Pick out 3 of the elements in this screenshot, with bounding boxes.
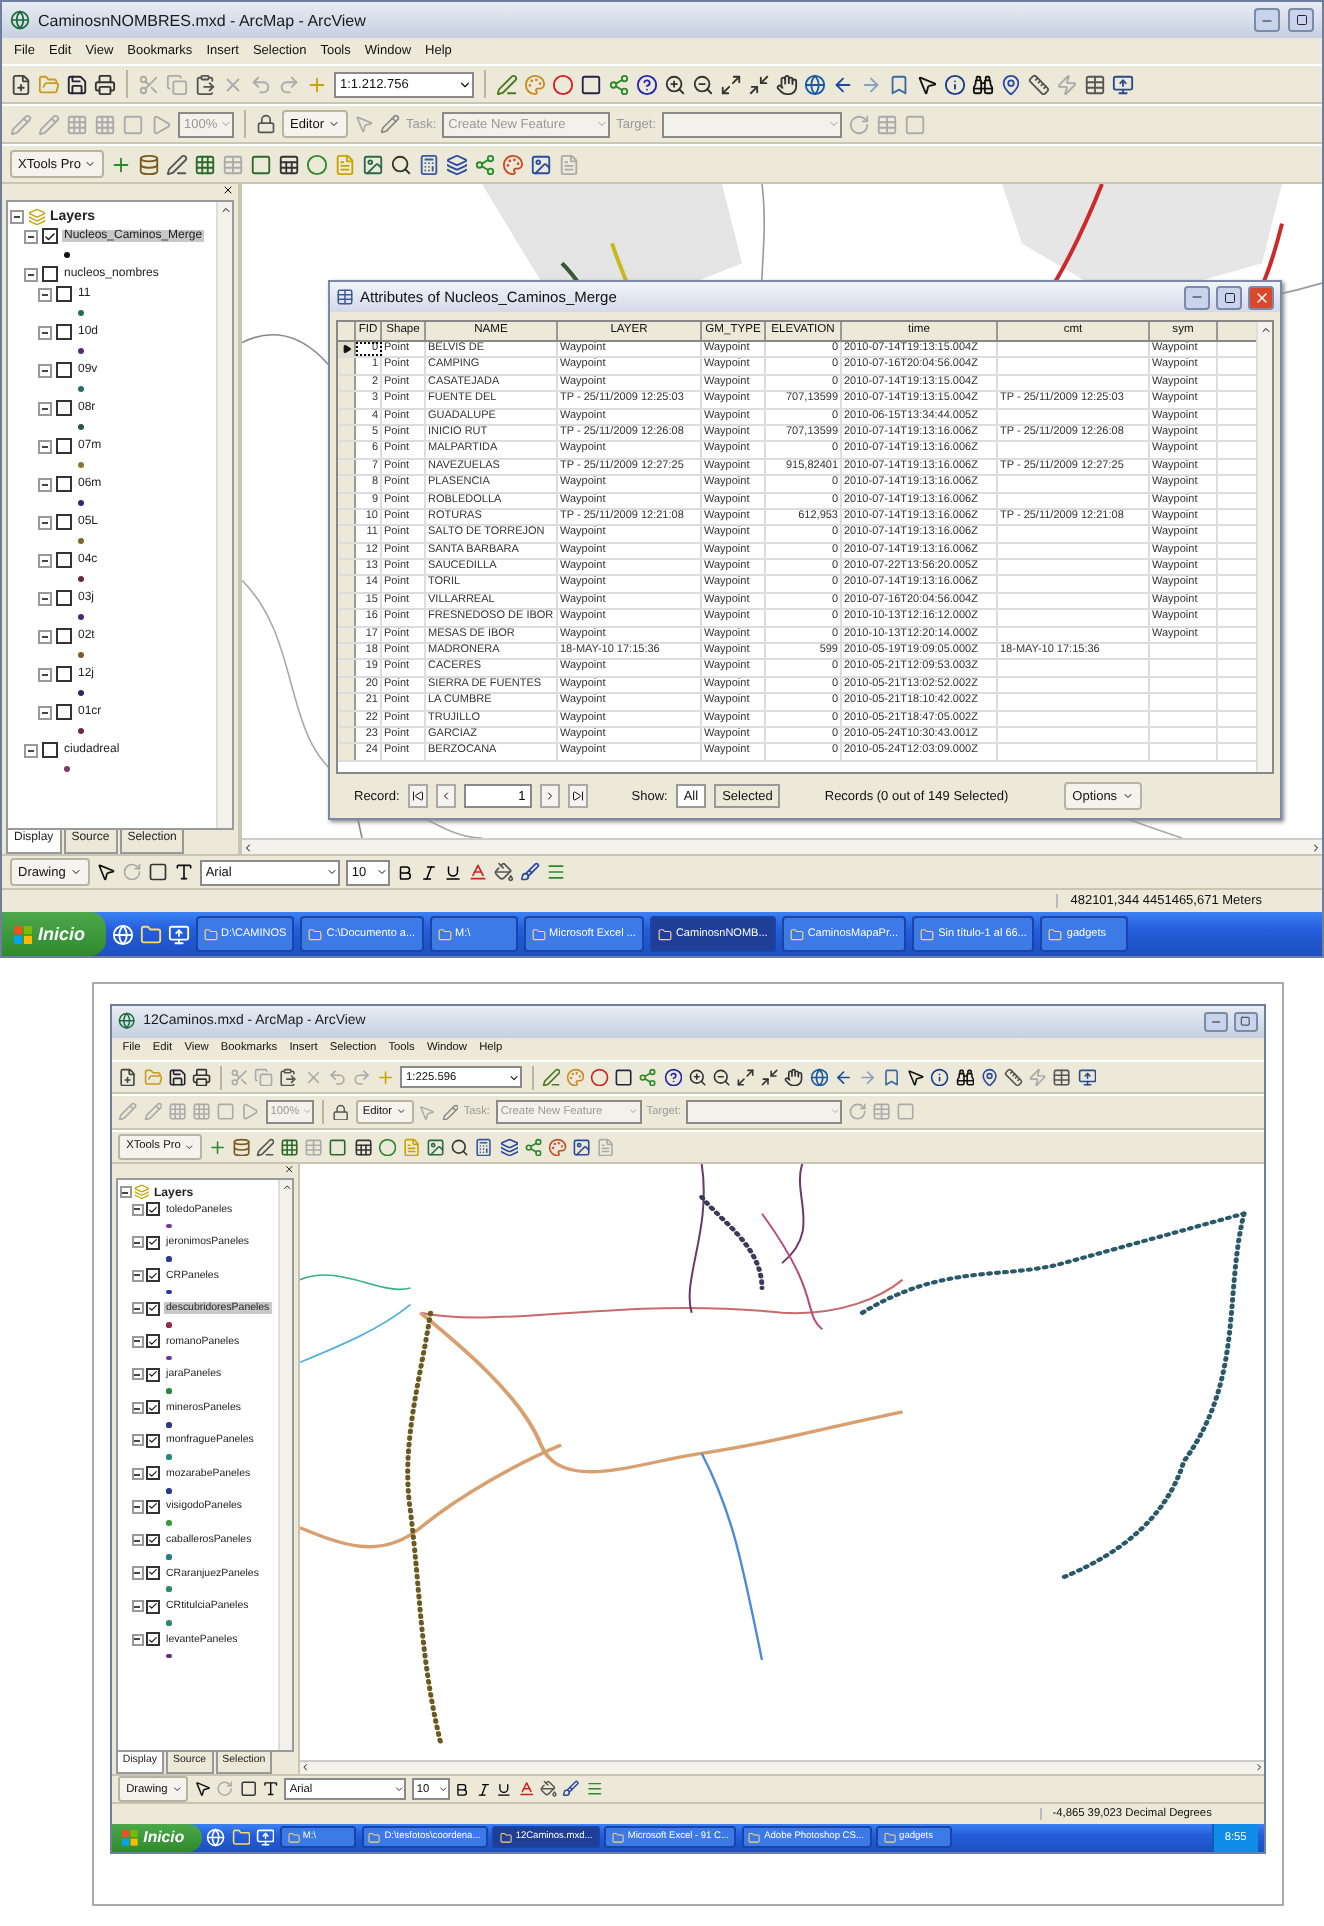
window-title: CaminosnNOMBRES.mxd - ArcMap - ArcView	[38, 11, 368, 29]
start-button[interactable]: Inicio	[112, 1823, 202, 1852]
start-button[interactable]: Inicio	[2, 912, 106, 956]
